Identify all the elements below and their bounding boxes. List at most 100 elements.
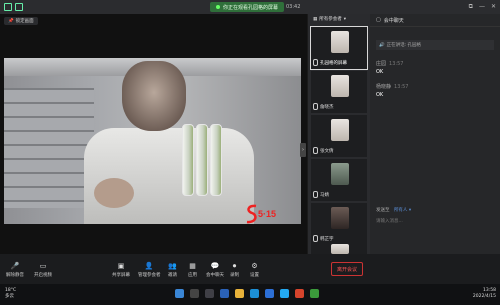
- share-banner[interactable]: 你正在观看孔园格的屏幕: [210, 2, 285, 12]
- search-icon[interactable]: [190, 289, 199, 298]
- avatar: [331, 119, 349, 141]
- screen-share-icon: ▣: [117, 262, 125, 270]
- watermark-text: 5·15: [258, 209, 277, 219]
- in-meeting-chat-button[interactable]: 💬 会中聊天: [206, 262, 224, 278]
- leave-meeting-button[interactable]: 离开会议: [331, 262, 363, 276]
- participants-header[interactable]: ▦ 所有参会者 ▾: [308, 14, 370, 24]
- invite-icon: 👥: [168, 262, 177, 270]
- grid-icon: ▦: [313, 16, 318, 22]
- restore-icon[interactable]: ⧉: [469, 3, 473, 11]
- participant-name: 张文倩: [320, 148, 334, 154]
- mic-icon: [313, 147, 318, 154]
- chat-sender: 杨晓静: [376, 84, 392, 90]
- record-icon: ⏺: [232, 262, 237, 270]
- participant-name: 韩芷宇: [320, 236, 334, 242]
- edge-browser-icon[interactable]: [250, 289, 259, 298]
- apps-button[interactable]: ▦ 应用: [188, 262, 197, 278]
- share-screen-button[interactable]: ▣ 共享屏幕: [112, 262, 130, 278]
- send-to-label: 发送至: [376, 208, 390, 213]
- participant-tile[interactable]: 詹晓杰: [311, 71, 367, 113]
- chat-icon: 💬: [210, 262, 220, 270]
- pin-icon: 📌: [8, 18, 14, 24]
- shield-icon[interactable]: [4, 3, 12, 11]
- chat-header-label: 会中聊天: [383, 17, 404, 24]
- in-meeting-chat-label: 会中聊天: [206, 273, 224, 278]
- avatar: [331, 244, 349, 254]
- participant-tile[interactable]: 孔园格的屏幕: [310, 26, 368, 70]
- file-explorer-icon[interactable]: [235, 289, 244, 298]
- store-icon[interactable]: [265, 289, 274, 298]
- lock-view-label: 锁定画面: [15, 19, 34, 24]
- os-taskbar: 18°C 多云 13:58 2022/4/15: [0, 284, 500, 305]
- participants-header-label: 所有参会者: [319, 17, 342, 22]
- meeting-timer: 03:42: [286, 4, 301, 10]
- collapse-panel-button[interactable]: ›: [300, 143, 306, 157]
- weather-widget[interactable]: 18°C 多云: [5, 288, 16, 300]
- video-hand: [94, 178, 134, 208]
- speaking-text: 正在讲话: 孔园格: [386, 43, 422, 48]
- members-icon: 👤: [144, 262, 154, 270]
- record-button[interactable]: ⏺ 录制: [230, 262, 239, 278]
- video-person-head: [122, 61, 186, 131]
- wechat-icon[interactable]: [310, 289, 319, 298]
- meeting-toolbar: 🎤 解除静音 ▭ 开启视频 ▣ 共享屏幕 👤 管理参会者 👥 邀请 ▦ 应用 💬…: [0, 254, 500, 284]
- share-screen-label: 共享屏幕: [112, 273, 130, 278]
- test-tube: [182, 124, 194, 196]
- chat-text: OK: [376, 92, 384, 98]
- weather-desc: 多云: [5, 294, 14, 299]
- chat-text: OK: [376, 69, 384, 75]
- window-controls: ⧉ — ✕: [469, 3, 496, 11]
- participant-name-row: 韩芷宇: [313, 235, 334, 242]
- participant-name-row: 孔园格的屏幕: [313, 59, 347, 66]
- invite-label: 邀请: [168, 273, 177, 278]
- invite-button[interactable]: 👥 邀请: [168, 262, 177, 278]
- share-banner-text: 你正在观看孔园格的屏幕: [223, 4, 279, 11]
- apps-label: 应用: [188, 273, 197, 278]
- share-status-icon: [216, 5, 220, 9]
- participant-tile[interactable]: [311, 242, 367, 254]
- send-to-dropdown[interactable]: 所有人 ▾: [394, 208, 411, 213]
- participant-name-row: 詹晓杰: [313, 103, 334, 110]
- chat-time: 13:57: [394, 84, 409, 90]
- info-icon[interactable]: [15, 3, 23, 11]
- chat-input[interactable]: 请输入消息...: [376, 218, 494, 228]
- tencent-meeting-icon[interactable]: [280, 289, 289, 298]
- start-video-button[interactable]: ▭ 开启视频: [34, 262, 52, 278]
- speaking-indicator: 🔊 正在讲话: 孔园格: [376, 40, 494, 50]
- app-icon[interactable]: [295, 289, 304, 298]
- settings-label: 设置: [250, 273, 259, 278]
- title-bar: 你正在观看孔园格的屏幕 03:42 ⧉ — ✕: [0, 0, 500, 14]
- avatar: [331, 163, 349, 185]
- chat-message: 杨晓静 13:57 OK: [376, 83, 408, 98]
- mic-icon: [313, 235, 318, 242]
- manage-participants-label: 管理参会者: [138, 273, 161, 278]
- unmute-button[interactable]: 🎤 解除静音: [6, 262, 24, 278]
- clock-date: 2022/4/15: [472, 294, 496, 299]
- chat-panel: ▢ 会中聊天 🔊 正在讲话: 孔园格 庄园 13:57 OK 杨晓静 13:57 O…: [370, 14, 500, 254]
- chat-time: 13:57: [389, 61, 404, 67]
- participant-name-row: 马婧: [313, 191, 329, 198]
- test-tube: [196, 124, 208, 196]
- titlebar-left-icons: [4, 3, 23, 11]
- mic-icon: [313, 191, 318, 198]
- speaker-icon: 🔊: [379, 42, 385, 48]
- close-icon[interactable]: ✕: [491, 3, 496, 11]
- record-label: 录制: [230, 273, 239, 278]
- manage-participants-button[interactable]: 👤 管理参会者: [138, 262, 161, 278]
- settings-button[interactable]: ⚙ 设置: [250, 262, 259, 278]
- windows-start-icon[interactable]: [175, 289, 184, 298]
- participant-tile[interactable]: 马婧: [311, 159, 367, 201]
- send-to-row: 发送至 所有人 ▾: [376, 207, 411, 213]
- video-person-body: [84, 128, 254, 224]
- task-view-icon[interactable]: [205, 289, 214, 298]
- participant-tile[interactable]: 韩芷宇: [311, 203, 367, 245]
- apps-icon: ▦: [189, 262, 196, 270]
- minimize-icon[interactable]: —: [479, 3, 485, 11]
- lock-view-chip[interactable]: 📌 锁定画面: [4, 17, 38, 25]
- chat-sender: 庄园: [376, 61, 387, 67]
- system-clock[interactable]: 13:58 2022/4/15: [473, 288, 496, 300]
- camera-icon: ▭: [39, 262, 47, 270]
- settings-icon: ⚙: [251, 262, 258, 270]
- participant-tile[interactable]: 张文倩: [311, 115, 367, 157]
- widgets-icon[interactable]: [220, 289, 229, 298]
